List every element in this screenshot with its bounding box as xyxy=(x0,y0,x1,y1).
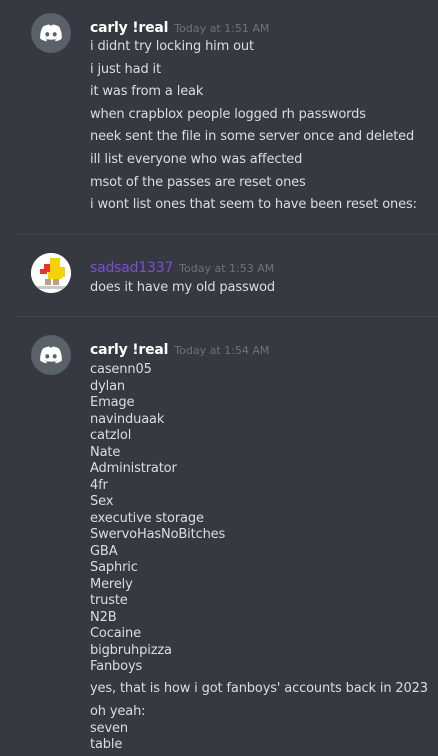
message-line: oh yeah: xyxy=(90,704,146,719)
discord-logo-icon[interactable] xyxy=(31,335,71,375)
roblox-avatar-icon[interactable] xyxy=(31,253,71,293)
username[interactable]: carly !real xyxy=(90,20,168,36)
message-line: msot of the passes are reset ones xyxy=(90,174,306,190)
message-header: sadsad1337 Today at 1:53 AM xyxy=(90,257,274,277)
username[interactable]: sadsad1337 xyxy=(90,260,173,276)
list-item: Merely xyxy=(90,576,133,592)
username[interactable]: carly !real xyxy=(90,342,168,358)
message-divider xyxy=(16,316,438,317)
list-item: Administrator xyxy=(90,461,177,476)
list-item: 4fr xyxy=(90,477,108,493)
list-item: N2B xyxy=(90,609,117,625)
list-item: casenn05 xyxy=(90,362,152,377)
message-line: when crapblox people logged rh passwords xyxy=(90,106,366,122)
message-line: does it have my old passwod xyxy=(90,280,275,295)
list-item: bigbruhpizza xyxy=(90,642,172,658)
timestamp[interactable]: Today at 1:51 AM xyxy=(174,22,269,35)
discord-logo-icon[interactable] xyxy=(31,13,71,53)
message-line: neek sent the file in some server once a… xyxy=(90,129,415,145)
message-body: oh yeah: seven table xyxy=(90,704,146,754)
message-body: i didnt try locking him out i just had i… xyxy=(90,36,417,217)
message-line: i just had it xyxy=(90,61,161,77)
list-item: dylan xyxy=(90,378,126,394)
message-header: carly !real Today at 1:54 AM xyxy=(90,339,269,359)
list-item: navinduaak xyxy=(90,411,165,427)
message-header: carly !real Today at 1:51 AM xyxy=(90,17,269,37)
message-line: ill list everyone who was affected xyxy=(90,151,303,167)
message-divider xyxy=(16,234,438,235)
message-line: i didnt try locking him out xyxy=(90,39,254,54)
list-item: Fanboys xyxy=(90,659,143,674)
list-item: Cocaine xyxy=(90,626,141,641)
list-item: Emage xyxy=(90,395,135,410)
list-item: GBA xyxy=(90,543,118,559)
message-line: it was from a leak xyxy=(90,84,204,100)
timestamp[interactable]: Today at 1:53 AM xyxy=(179,262,274,275)
list-item: Sex xyxy=(90,494,114,509)
timestamp[interactable]: Today at 1:54 AM xyxy=(174,344,269,357)
list-item: catzlol xyxy=(90,428,132,443)
message-line: i wont list ones that seem to have been … xyxy=(90,197,417,213)
message-body: yes, that is how i got fanboys' accounts… xyxy=(90,678,428,701)
list-item: Nate xyxy=(90,444,121,460)
list-item: Saphric xyxy=(90,560,138,575)
message-line: yes, that is how i got fanboys' accounts… xyxy=(90,681,428,696)
list-item: executive storage xyxy=(90,510,204,526)
message-line: table xyxy=(90,737,123,752)
message-line: seven xyxy=(90,720,128,736)
list-item: SwervoHasNoBitches xyxy=(90,527,226,542)
message-body: casenn05 dylan Emage navinduaak catzlol … xyxy=(90,362,225,676)
chat-view: carly !real Today at 1:51 AM i didnt try … xyxy=(0,0,438,756)
list-item: truste xyxy=(90,593,128,608)
message-body: does it have my old passwod xyxy=(90,277,275,300)
